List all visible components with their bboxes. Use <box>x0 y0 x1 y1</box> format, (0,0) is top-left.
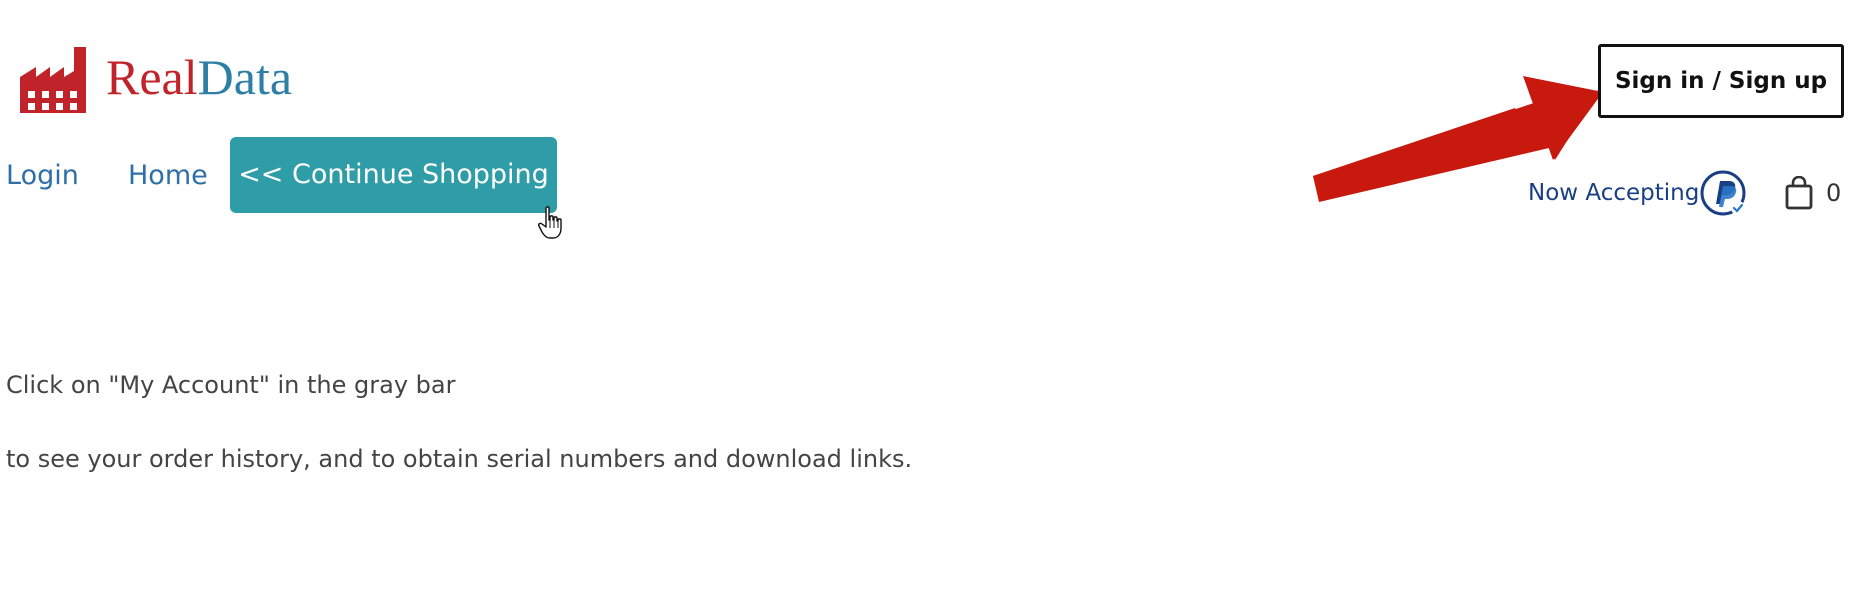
logo-text-real: Real <box>106 49 198 105</box>
home-link[interactable]: Home <box>128 156 208 196</box>
shopping-bag-icon[interactable] <box>1784 175 1814 215</box>
continue-shopping-button[interactable]: << Continue Shopping <box>230 137 557 213</box>
hand-cursor-icon <box>538 206 564 245</box>
instruction-line-1: Click on "My Account" in the gray bar <box>6 371 456 399</box>
sign-in-button[interactable]: Sign in / Sign up <box>1598 44 1844 118</box>
cart-count: 0 <box>1826 179 1842 207</box>
logo-text-data: Data <box>197 49 293 105</box>
instruction-line-2: to see your order history, and to obtain… <box>6 445 913 473</box>
logo-text: RealData <box>106 52 292 102</box>
paypal-icon <box>1700 170 1748 223</box>
login-link[interactable]: Login <box>6 156 79 196</box>
logo[interactable]: RealData <box>20 44 292 116</box>
factory-icon <box>20 47 88 113</box>
now-accepting-label: Now Accepting <box>1528 180 1700 206</box>
